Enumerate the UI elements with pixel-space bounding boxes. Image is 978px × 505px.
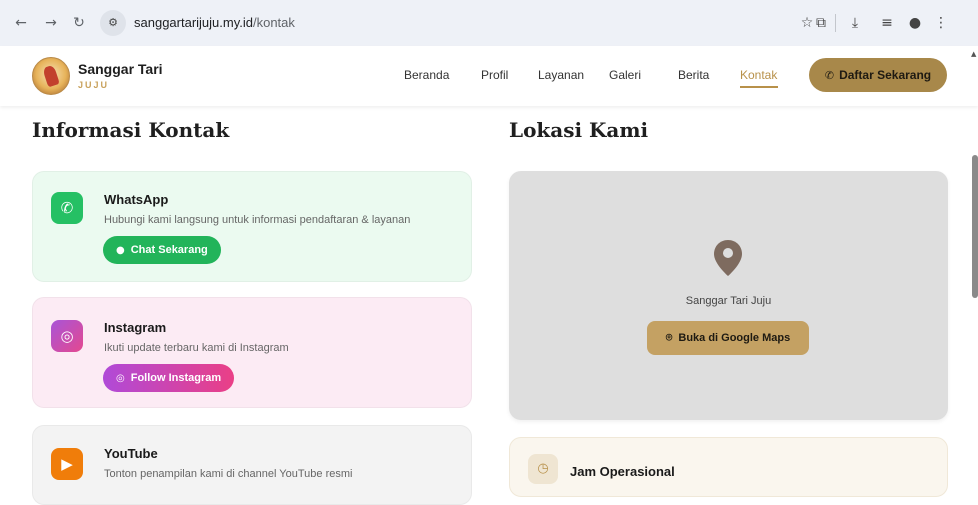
nav-berita[interactable]: Berita (678, 68, 709, 82)
back-icon[interactable]: ← (12, 14, 30, 32)
instagram-icon: ◎ (116, 372, 125, 384)
whatsapp-title: WhatsApp (104, 192, 169, 207)
whatsapp-icon: ✆ (51, 192, 83, 224)
location-pin-icon: ⌾ (665, 331, 673, 344)
address-bar[interactable]: ⚙ sanggartarijuju.my.id/kontak (100, 10, 790, 36)
reload-icon[interactable]: ↻ (70, 14, 88, 32)
chat-button-label: Chat Sekarang (130, 244, 208, 256)
site-header: Sanggar Tari JUJU Beranda Profil Layanan… (0, 46, 978, 106)
clock-icon: ◷ (528, 454, 558, 484)
whatsapp-icon: ✆ (824, 68, 835, 82)
site-info-icon[interactable]: ⚙ (100, 10, 126, 36)
opening-hours-card: ◷ Jam Operasional (509, 437, 948, 497)
page-scrollbar[interactable] (972, 155, 978, 298)
nav-layanan[interactable]: Layanan (538, 68, 584, 82)
cta-label: Daftar Sekarang (839, 68, 932, 82)
instagram-card: ◎ Instagram Ikuti update terbaru kami di… (32, 297, 472, 408)
follow-instagram-button[interactable]: ◎ Follow Instagram (103, 364, 235, 392)
profile-icon[interactable]: ● (906, 14, 924, 32)
menu-icon[interactable]: ⋮ (932, 14, 950, 32)
browser-toolbar: ← → ↻ ⚙ sanggartarijuju.my.id/kontak ☆ ⧉… (0, 0, 978, 46)
chat-bubble-icon: ● (116, 244, 125, 256)
youtube-description: Tonton penampilan kami di channel YouTub… (104, 468, 353, 480)
location-section-title: Lokasi Kami (509, 118, 649, 142)
logo[interactable] (32, 57, 70, 95)
youtube-card: ▶ YouTube Tonton penampilan kami di chan… (32, 425, 472, 505)
youtube-icon: ▶ (51, 448, 83, 480)
active-nav-indicator (740, 86, 778, 88)
open-google-maps-button[interactable]: ⌾ Buka di Google Maps (647, 321, 809, 355)
instagram-button-label: Follow Instagram (130, 372, 222, 384)
nav-kontak[interactable]: Kontak (740, 68, 777, 82)
download-icon[interactable]: ⤓ (846, 14, 864, 32)
forward-icon[interactable]: → (42, 14, 60, 32)
brand-subtitle: JUJU (78, 80, 110, 90)
instagram-title: Instagram (104, 320, 167, 335)
youtube-title: YouTube (104, 446, 158, 461)
media-icon[interactable]: ≡ (878, 14, 896, 32)
map-place-label: Sanggar Tari Juju (685, 295, 772, 307)
toolbar-divider (835, 14, 836, 32)
nav-profil[interactable]: Profil (481, 68, 508, 82)
map-placeholder[interactable]: Sanggar Tari Juju ⌾ Buka di Google Maps (509, 171, 948, 420)
url-text[interactable]: sanggartarijuju.my.id/kontak (134, 15, 295, 30)
map-pin-icon (714, 240, 742, 276)
chat-sekarang-button[interactable]: ● Chat Sekarang (103, 236, 221, 264)
whatsapp-card: ✆ WhatsApp Hubungi kami langsung untuk i… (32, 171, 472, 282)
extensions-icon[interactable]: ⧉ (812, 14, 830, 32)
daftar-sekarang-button[interactable]: ✆ Daftar Sekarang (809, 58, 947, 92)
whatsapp-description: Hubungi kami langsung untuk informasi pe… (104, 214, 411, 226)
instagram-icon: ◎ (51, 320, 83, 352)
scroll-up-icon[interactable]: ▲ (971, 50, 976, 58)
contact-section-title: Informasi Kontak (32, 118, 230, 142)
brand-name[interactable]: Sanggar Tari (78, 61, 163, 77)
nav-galeri[interactable]: Galeri (609, 68, 641, 82)
opening-hours-title: Jam Operasional (570, 464, 675, 479)
map-button-label: Buka di Google Maps (678, 332, 791, 344)
instagram-description: Ikuti update terbaru kami di Instagram (104, 342, 289, 354)
nav-beranda[interactable]: Beranda (404, 68, 449, 82)
